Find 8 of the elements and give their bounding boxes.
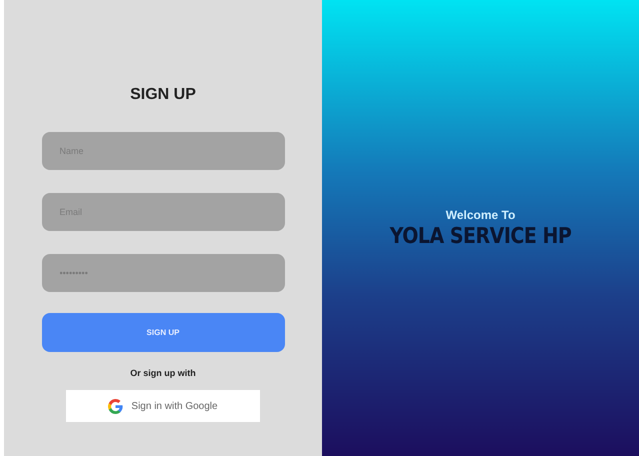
- signup-button[interactable]: SIGN UP: [42, 313, 284, 352]
- welcome-title: YOLA SERVICE HP: [390, 222, 572, 248]
- google-signin-button[interactable]: Sign in with Google: [66, 390, 260, 422]
- google-icon: [108, 398, 124, 414]
- welcome-subtitle: Welcome To: [446, 208, 516, 222]
- alt-signup-text: Or sign up with: [130, 368, 196, 378]
- input-field[interactable]: •••••••••: [42, 254, 284, 292]
- signup-title: SIGN UP: [130, 85, 196, 105]
